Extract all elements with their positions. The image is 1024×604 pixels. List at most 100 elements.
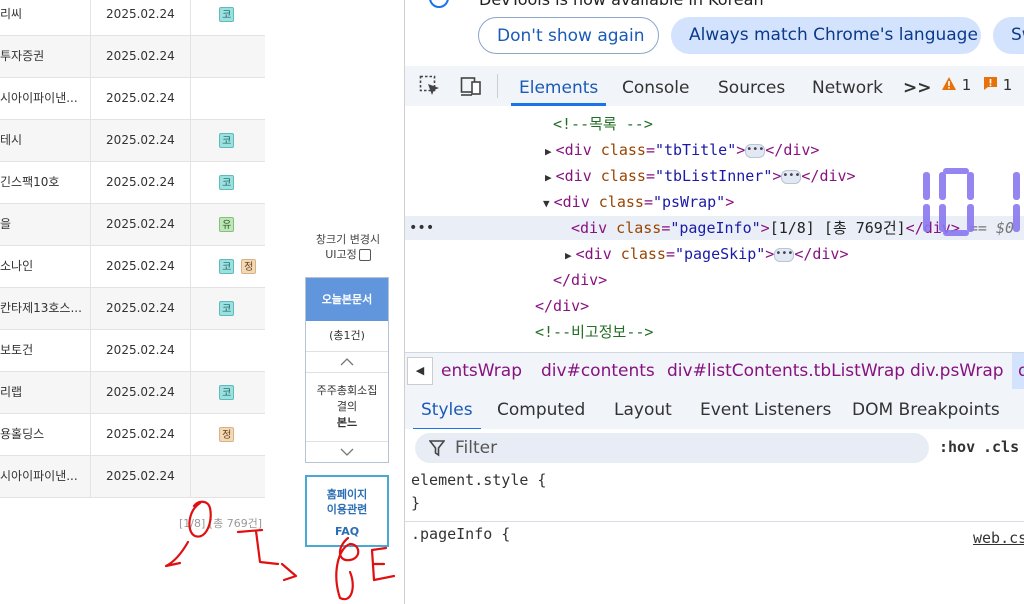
pageinfo-rule-selector[interactable]: .pageInfo { [411, 525, 510, 543]
table-row[interactable]: 리씨 2025.02.24 코 [0, 0, 265, 36]
table-row[interactable]: 테시 2025.02.24 코 [0, 120, 265, 162]
table-row[interactable]: 투자증권 2025.02.24 [0, 36, 265, 78]
table-row[interactable]: 을 2025.02.24 유 [0, 204, 265, 246]
expand-triangle-icon[interactable]: ▶ [565, 249, 572, 262]
always-match-language-button[interactable]: Always match Chrome's language [671, 17, 981, 54]
company-name[interactable]: 시아이파이낸... [0, 456, 91, 497]
market-badge: 코 [219, 133, 235, 148]
attr-name: class [616, 219, 662, 237]
recent-docs-title[interactable]: 오늘본문서 [306, 278, 388, 321]
attr-value: "pageSkip" [674, 245, 766, 263]
rule-divider [405, 521, 1024, 522]
collapsed-content-icon[interactable]: ••• [781, 169, 802, 184]
subtab-computed[interactable]: Computed [497, 389, 585, 431]
company-name[interactable]: 테시 [0, 120, 91, 161]
company-name[interactable]: 긴스팩10호 [0, 162, 91, 203]
subtab-event-listeners[interactable]: Event Listeners [700, 389, 831, 431]
attr-value: "pageInfo" [670, 219, 761, 237]
table-row[interactable]: 시아이파이낸... 2025.02.24 [0, 456, 265, 498]
market-badge: 코 [219, 259, 235, 274]
switch-language-button[interactable]: Sw [993, 17, 1024, 54]
company-name[interactable]: 을 [0, 204, 91, 245]
dom-closing-list[interactable]: </div> [535, 294, 589, 318]
warnings-count: 1 [961, 76, 972, 94]
stylesheet-source-link[interactable]: web.cs [973, 529, 1024, 547]
element-style-rule[interactable]: element.style { [411, 471, 546, 489]
tab-console[interactable]: Console [622, 66, 690, 106]
dom-comment-list[interactable]: <!--목록 --> [553, 112, 653, 136]
scroll-down-button[interactable] [306, 442, 388, 462]
tab-network[interactable]: Network [812, 66, 883, 106]
dom-closing-pswrap[interactable]: </div> [553, 268, 607, 292]
expand-triangle-icon[interactable]: ▶ [545, 171, 552, 184]
disclosure-date: 2025.02.24 [91, 78, 192, 119]
company-name[interactable]: 칸타제13호스... [0, 288, 91, 329]
dom-comment-note[interactable]: <!--비고정보--> [535, 320, 653, 344]
page-info: [1/8] [총 769건] [179, 517, 263, 530]
attr-value: "tbListInner" [654, 167, 773, 185]
breadcrumb-item-selected[interactable]: d [1012, 353, 1024, 389]
disclosure-date: 2025.02.24 [91, 414, 192, 455]
collapsed-content-icon[interactable]: ••• [745, 143, 766, 158]
warnings-counter[interactable]: 1 [941, 76, 971, 94]
issues-count: 1 [1002, 76, 1013, 94]
tag-name: div [564, 141, 592, 159]
collapsed-content-icon[interactable]: ••• [774, 247, 795, 262]
class-toggle[interactable]: .cls [983, 438, 1019, 456]
company-name[interactable]: 보토건 [0, 330, 91, 371]
company-name[interactable]: 리씨 [0, 0, 91, 35]
table-row[interactable]: 리랩 2025.02.24 코 [0, 372, 265, 414]
table-row[interactable]: 칸타제13호스... 2025.02.24 코 [0, 288, 265, 330]
recent-doc-item[interactable]: 주주총회소집 결의 본느 [306, 373, 388, 442]
styles-filter-input[interactable]: Filter [415, 433, 929, 463]
faq-button[interactable]: 홈페이지 이용관련 FAQ [305, 475, 389, 547]
dont-show-again-button[interactable]: Don't show again [478, 17, 659, 54]
breadcrumb-item[interactable]: div.psWrap [910, 353, 1004, 389]
issues-counter[interactable]: 1 [983, 76, 1012, 94]
company-name[interactable]: 투자증권 [0, 36, 91, 77]
device-toolbar-icon[interactable] [460, 75, 482, 97]
issue-icon [984, 77, 997, 90]
node-actions-ellipsis[interactable]: ••• [409, 216, 434, 240]
ui-fix-checkbox[interactable] [358, 249, 371, 261]
table-row[interactable]: 시아이파이낸... 2025.02.24 [0, 78, 265, 120]
breadcrumb-item[interactable]: div#listContents.tbListWrap [667, 353, 905, 389]
table-row[interactable]: 소나인 2025.02.24 코 정 [0, 246, 265, 288]
dom-node-tbtitle[interactable]: ▶ <div class="tbTitle">•••</div> [545, 138, 819, 162]
table-row[interactable]: 긴스팩10호 2025.02.24 코 [0, 162, 265, 204]
subtab-layout[interactable]: Layout [614, 389, 672, 431]
collapse-triangle-icon[interactable]: ▼ [543, 197, 550, 210]
dom-node-pswrap[interactable]: ▼ <div class="psWrap"> [543, 190, 734, 214]
expand-triangle-icon[interactable]: ▶ [545, 145, 552, 158]
company-name[interactable]: 소나인 [0, 246, 91, 287]
ui-fix-label: UI고정 [325, 248, 357, 261]
breadcrumb-item[interactable]: div#contents [541, 353, 655, 389]
market-tags: 코 [191, 288, 265, 329]
digit-overlay-graphic [923, 168, 1020, 236]
dom-node-tblistinner[interactable]: ▶ <div class="tbListInner">•••</div> [545, 164, 856, 188]
inspect-element-icon[interactable] [419, 75, 441, 97]
disclosure-date: 2025.02.24 [91, 36, 192, 77]
company-name[interactable]: 리랩 [0, 372, 91, 413]
hover-state-toggle[interactable]: :hov [939, 438, 975, 456]
warning-icon [942, 77, 956, 90]
filter-icon [429, 440, 445, 457]
market-tags: 코정 [191, 246, 265, 287]
company-name[interactable]: 용홀딩스 [0, 414, 91, 455]
tab-elements[interactable]: Elements [510, 66, 607, 106]
table-row[interactable]: 보토건 2025.02.24 [0, 330, 265, 372]
tab-sources[interactable]: Sources [718, 66, 785, 106]
devtools-tabbar: Elements Console Sources Network >> [405, 66, 1024, 107]
subtab-dom-breakpoints[interactable]: DOM Breakpoints [852, 389, 1000, 431]
breadcrumb-scroll-left-button[interactable]: ◀ [407, 357, 433, 385]
breadcrumb-item[interactable]: entsWrap [441, 353, 522, 389]
scroll-up-button[interactable] [306, 352, 388, 373]
closing-tag: </div> [765, 141, 820, 159]
dom-tree: ••• <!--목록 --> ▶ <div class="tbTitle">•••… [405, 106, 1024, 352]
company-name[interactable]: 시아이파이낸... [0, 78, 91, 119]
market-tags [191, 456, 265, 497]
subtab-styles[interactable]: Styles [413, 389, 481, 431]
more-tabs-button[interactable]: >> [903, 66, 932, 106]
table-row[interactable]: 용홀딩스 2025.02.24 정 [0, 414, 265, 456]
dom-node-pageskip[interactable]: ▶ <div class="pageSkip">•••</div> [565, 242, 849, 266]
